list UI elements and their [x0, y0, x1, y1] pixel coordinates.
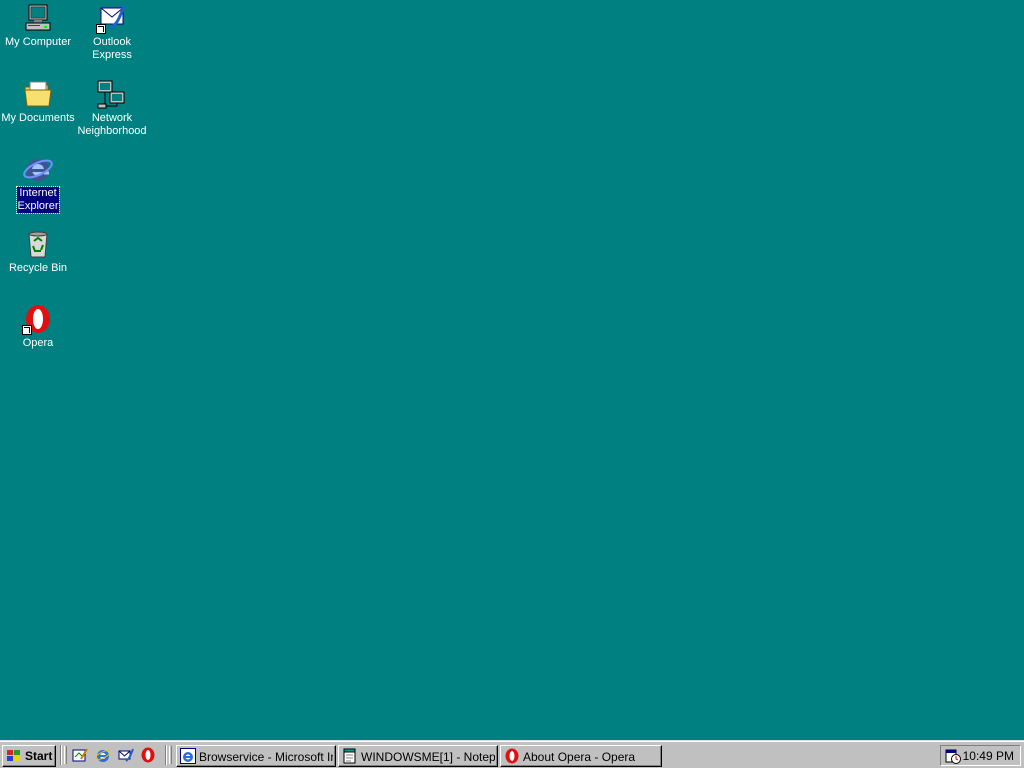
internet-explorer-icon [22, 153, 54, 185]
desktop-icon-label: Outlook Express [92, 36, 132, 61]
start-button[interactable]: Start [2, 745, 56, 767]
task-button-label: WINDOWSME[1] - Notepad [361, 750, 495, 764]
desktop-icon-label: Opera [22, 337, 54, 349]
outlook-express-icon [96, 2, 128, 34]
clock[interactable]: 10:49 PM [963, 749, 1014, 763]
outlook-express-icon[interactable] [118, 747, 134, 763]
desktop-icon-my-documents[interactable]: My Documents [0, 78, 76, 125]
desktop-icon-my-computer[interactable]: My Computer [0, 2, 76, 49]
desktop-icon-internet-explorer[interactable]: Internet Explorer [0, 153, 76, 214]
opera-icon [504, 748, 520, 764]
desktop-icon-outlook-express[interactable]: Outlook Express [74, 2, 150, 62]
desktop-icon-network-neighborhood[interactable]: Network Neighborhood [74, 78, 150, 138]
desktop-icon-recycle-bin[interactable]: Recycle Bin [0, 228, 76, 275]
task-button-label: About Opera - Opera [523, 750, 636, 764]
recycle-bin-icon [22, 228, 54, 260]
system-tray: 10:49 PM [940, 745, 1021, 766]
task-button-notepad[interactable]: WINDOWSME[1] - Notepad [338, 745, 498, 767]
show-desktop-icon[interactable] [72, 747, 88, 763]
network-icon [96, 78, 128, 110]
desktop-icon-label: Recycle Bin [8, 262, 68, 274]
task-button-opera[interactable]: About Opera - Opera [500, 745, 662, 767]
windows-logo-icon [6, 749, 22, 763]
shortcut-arrow-icon [22, 325, 32, 335]
desktop-icon-label: Network Neighborhood [77, 112, 147, 137]
start-label: Start [25, 749, 53, 763]
desktop-icon-label: My Documents [1, 112, 75, 124]
desktop-icon-label: Internet Explorer [15, 186, 61, 214]
folder-icon [22, 78, 54, 110]
taskbar-separator [165, 745, 167, 765]
taskbar: Start Browservice - Microsoft Int... WIN… [0, 740, 1024, 768]
desktop-icon-label: My Computer [4, 36, 72, 48]
task-button-internet-explorer[interactable]: Browservice - Microsoft Int... [176, 745, 336, 767]
taskbar-separator [60, 745, 62, 765]
desktop-icon-opera[interactable]: Opera [0, 303, 76, 350]
shortcut-arrow-icon [96, 24, 106, 34]
opera-icon[interactable] [140, 747, 156, 763]
task-area-grip[interactable] [169, 746, 172, 764]
quick-launch-grip[interactable] [64, 746, 67, 764]
internet-explorer-icon [180, 748, 196, 764]
task-button-label: Browservice - Microsoft Int... [199, 750, 333, 764]
scheduler-icon[interactable] [945, 748, 961, 764]
notepad-icon [342, 748, 358, 764]
opera-icon [22, 303, 54, 335]
computer-icon [22, 2, 54, 34]
internet-explorer-icon[interactable] [95, 747, 111, 763]
